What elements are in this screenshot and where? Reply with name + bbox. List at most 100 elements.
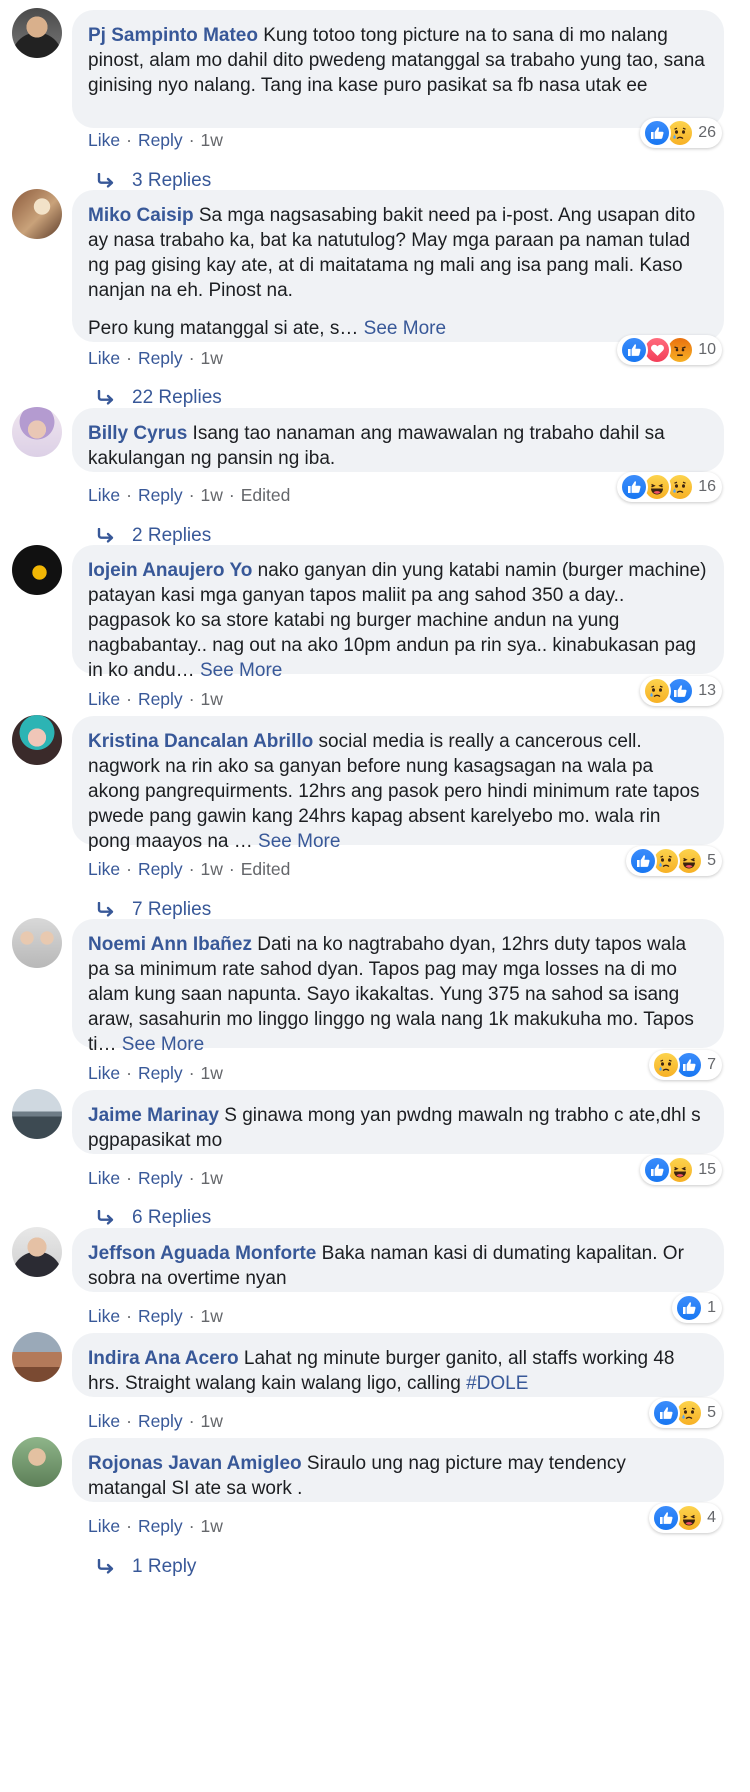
- comment-timestamp[interactable]: 1w: [201, 348, 223, 368]
- reply-link[interactable]: Reply: [138, 1168, 183, 1188]
- avatar[interactable]: [12, 8, 62, 58]
- reply-link[interactable]: Reply: [138, 130, 183, 150]
- like-reaction-icon: [643, 119, 672, 147]
- like-link[interactable]: Like: [88, 1168, 120, 1188]
- reactions-summary[interactable]: 10: [617, 335, 722, 365]
- like-link[interactable]: Like: [88, 348, 120, 368]
- comment-timestamp[interactable]: 1w: [201, 1306, 223, 1326]
- see-more-link[interactable]: See More: [122, 1034, 204, 1055]
- comment-timestamp[interactable]: 1w: [201, 1516, 223, 1536]
- reactions-summary[interactable]: 4: [649, 1503, 722, 1533]
- comment-text-continued: Pero kung matanggal si ate, s…: [88, 318, 359, 339]
- replies-count-label[interactable]: 2 Replies: [132, 525, 211, 547]
- edited-label[interactable]: Edited: [241, 859, 291, 879]
- comment-actions: Like · Reply · 1w: [88, 1305, 223, 1327]
- like-link[interactable]: Like: [88, 1063, 120, 1083]
- avatar[interactable]: [12, 715, 62, 765]
- see-more-link[interactable]: See More: [364, 318, 446, 339]
- hashtag-link[interactable]: #DOLE: [466, 1373, 528, 1394]
- reply-link[interactable]: Reply: [138, 1516, 183, 1536]
- avatar[interactable]: [12, 1437, 62, 1487]
- comment-bubble: Jaime Marinay S ginawa mong yan pwdng ma…: [72, 1090, 724, 1154]
- like-reaction-icon: [629, 847, 658, 875]
- separator-dot: ·: [126, 1411, 132, 1431]
- like-reaction-icon: [652, 1399, 681, 1427]
- avatar[interactable]: [12, 407, 62, 457]
- comment-author[interactable]: Iojein Anaujero Yo: [88, 560, 252, 581]
- comment-author[interactable]: Miko Caisip: [88, 205, 194, 226]
- replies-count-label[interactable]: 3 Replies: [132, 170, 211, 192]
- separator-dot: ·: [126, 859, 132, 879]
- reply-link[interactable]: Reply: [138, 348, 183, 368]
- reactions-summary[interactable]: 1: [672, 1293, 722, 1323]
- comment-author[interactable]: Indira Ana Acero: [88, 1348, 239, 1369]
- reaction-count: 16: [698, 478, 716, 495]
- comment-timestamp[interactable]: 1w: [201, 689, 223, 709]
- avatar[interactable]: [12, 1089, 62, 1139]
- comment-author[interactable]: Billy Cyrus: [88, 423, 187, 444]
- like-link[interactable]: Like: [88, 689, 120, 709]
- like-reaction-icon: [620, 336, 649, 364]
- comment-timestamp[interactable]: 1w: [201, 130, 223, 150]
- comment-author[interactable]: Rojonas Javan Amigleo: [88, 1453, 302, 1474]
- comment-bubble: Iojein Anaujero Yo nako ganyan din yung …: [72, 545, 724, 681]
- avatar[interactable]: [12, 189, 62, 239]
- reactions-summary[interactable]: 26: [640, 118, 722, 148]
- reactions-summary[interactable]: 13: [640, 676, 722, 706]
- replies-count-label[interactable]: 7 Replies: [132, 899, 211, 921]
- comment-timestamp[interactable]: 1w: [201, 1168, 223, 1188]
- comment-timestamp[interactable]: 1w: [201, 485, 223, 505]
- comment-timestamp[interactable]: 1w: [201, 859, 223, 879]
- comment-actions: Like · Reply · 1w · Edited: [88, 858, 290, 880]
- comment-actions: Like · Reply · 1w · Edited: [88, 484, 290, 506]
- edited-label[interactable]: Edited: [241, 485, 291, 505]
- like-reaction-icon: [652, 1504, 681, 1532]
- reply-link[interactable]: Reply: [138, 689, 183, 709]
- like-link[interactable]: Like: [88, 1516, 120, 1536]
- avatar[interactable]: [12, 1332, 62, 1382]
- comment-actions: Like · Reply · 1w: [88, 129, 223, 151]
- like-link[interactable]: Like: [88, 1306, 120, 1326]
- reply-link[interactable]: Reply: [138, 1306, 183, 1326]
- comment-actions: Like · Reply · 1w: [88, 1167, 223, 1189]
- replies-count-label[interactable]: 1 Reply: [132, 1556, 196, 1578]
- reply-link[interactable]: Reply: [138, 1411, 183, 1431]
- comment-timestamp[interactable]: 1w: [201, 1063, 223, 1083]
- comment-author[interactable]: Jeffson Aguada Monforte: [88, 1243, 316, 1264]
- reaction-count: 1: [707, 1299, 716, 1316]
- reply-link[interactable]: Reply: [138, 859, 183, 879]
- reactions-summary[interactable]: 16: [617, 472, 722, 502]
- see-more-link[interactable]: See More: [258, 831, 340, 852]
- comment-author[interactable]: Jaime Marinay: [88, 1105, 219, 1126]
- comment-bubble: Billy Cyrus Isang tao nanaman ang mawawa…: [72, 408, 724, 472]
- reaction-count: 5: [707, 852, 716, 869]
- comment-author[interactable]: Kristina Dancalan Abrillo: [88, 731, 313, 752]
- comment-timestamp[interactable]: 1w: [201, 1411, 223, 1431]
- reply-link[interactable]: Reply: [138, 485, 183, 505]
- separator-dot: ·: [126, 1063, 132, 1083]
- like-link[interactable]: Like: [88, 130, 120, 150]
- reactions-summary[interactable]: 7: [649, 1050, 722, 1080]
- reply-link[interactable]: Reply: [138, 1063, 183, 1083]
- like-link[interactable]: Like: [88, 859, 120, 879]
- view-replies-link[interactable]: 1 Reply: [96, 1554, 196, 1580]
- replies-count-label[interactable]: 6 Replies: [132, 1207, 211, 1229]
- comment-bubble: Pj Sampinto Mateo Kung totoo tong pictur…: [72, 10, 724, 128]
- see-more-link[interactable]: See More: [200, 660, 282, 681]
- separator-dot: ·: [188, 689, 195, 709]
- avatar[interactable]: [12, 918, 62, 968]
- separator-dot: ·: [228, 859, 235, 879]
- separator-dot: ·: [126, 130, 132, 150]
- avatar[interactable]: [12, 545, 62, 595]
- like-link[interactable]: Like: [88, 485, 120, 505]
- comment-author[interactable]: Pj Sampinto Mateo: [88, 25, 258, 46]
- comment-bubble: Noemi Ann Ibañez Dati na ko nagtrabaho d…: [72, 919, 724, 1055]
- separator-dot: ·: [188, 1411, 195, 1431]
- reactions-summary[interactable]: 5: [649, 1398, 722, 1428]
- avatar[interactable]: [12, 1227, 62, 1277]
- comment-author[interactable]: Noemi Ann Ibañez: [88, 934, 252, 955]
- like-link[interactable]: Like: [88, 1411, 120, 1431]
- reactions-summary[interactable]: 15: [640, 1155, 722, 1185]
- replies-count-label[interactable]: 22 Replies: [132, 387, 222, 409]
- reactions-summary[interactable]: 5: [626, 846, 722, 876]
